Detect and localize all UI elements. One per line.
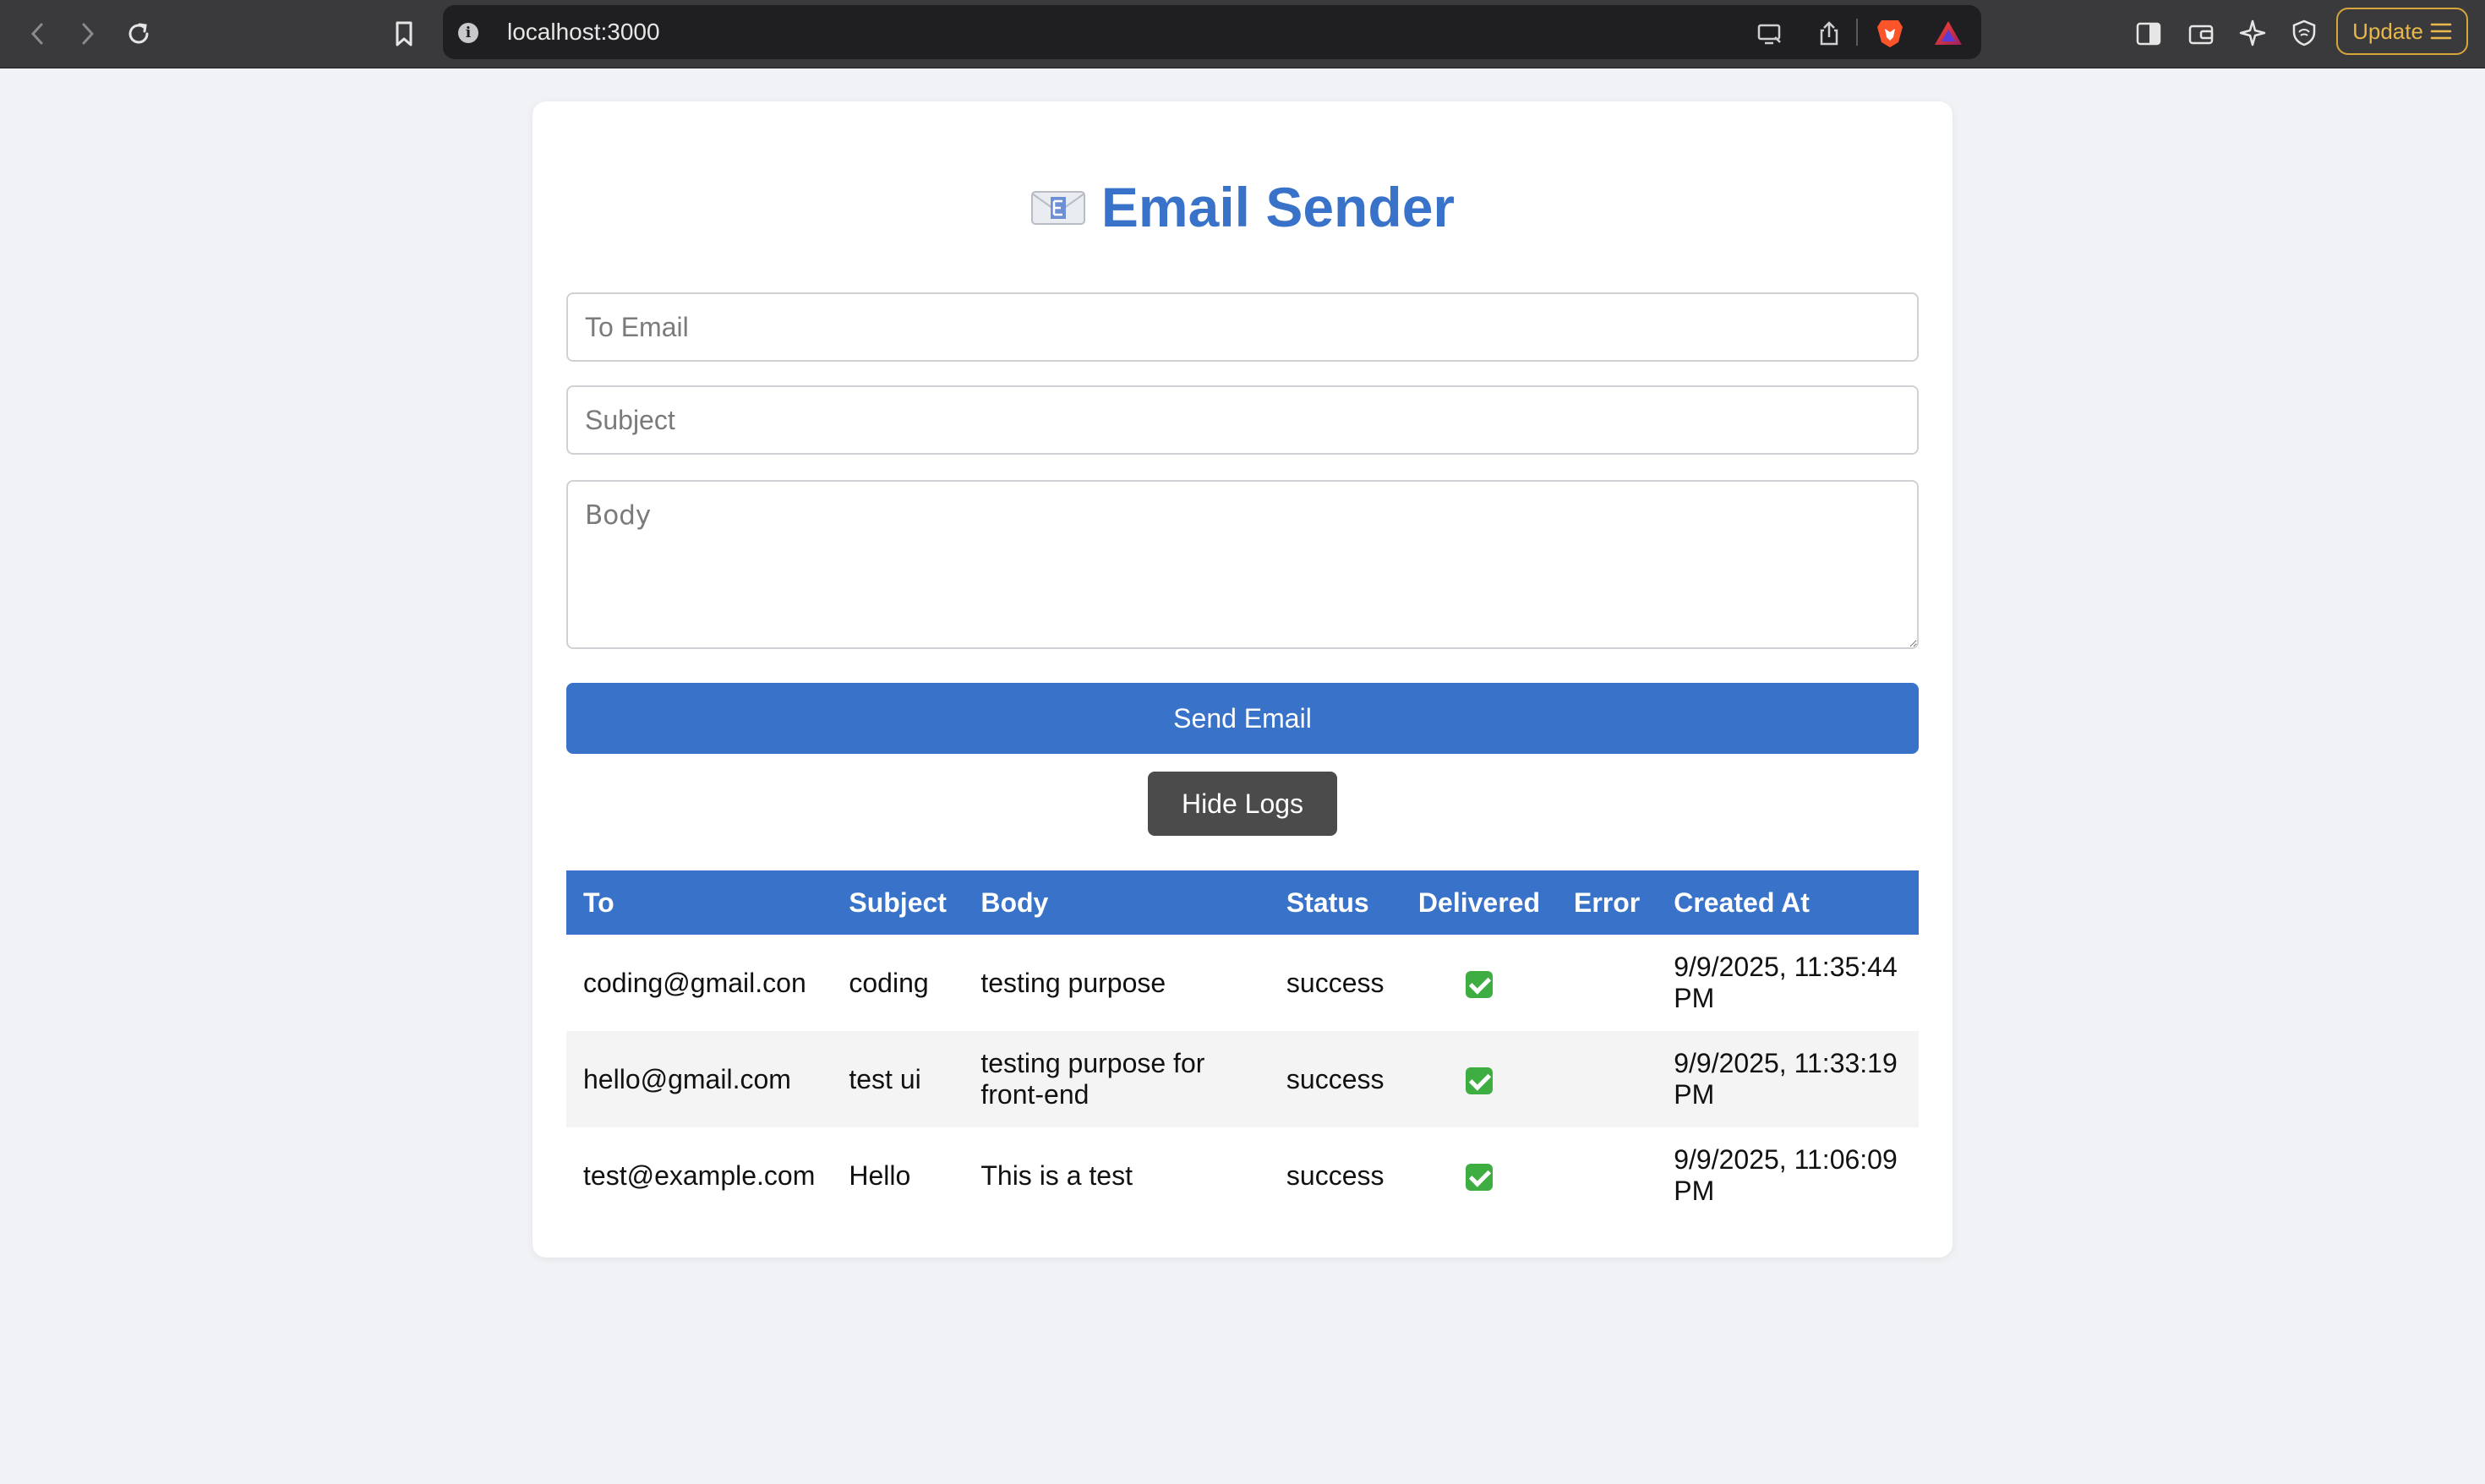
cell-created-at: 9/9/2025, 11:06:09 PM	[1674, 1144, 1898, 1206]
reload-icon	[128, 23, 149, 44]
chevron-left-icon	[30, 23, 43, 45]
cell-status: success	[1286, 967, 1384, 998]
send-email-button[interactable]: Send Email	[566, 683, 1919, 754]
column-header-status: Status	[1286, 887, 1369, 918]
hide-logs-button[interactable]: Hide Logs	[1148, 772, 1337, 836]
cell-delivered	[1401, 1127, 1557, 1224]
menu-icon	[2430, 23, 2452, 40]
cell-to: hello@gmail.com	[583, 1063, 791, 1094]
share-icon[interactable]	[1816, 20, 1843, 47]
chevron-right-icon	[82, 23, 95, 45]
cell-to: test@example.com	[583, 1159, 816, 1191]
page-title: Email Sender	[532, 169, 1952, 245]
cell-body: This is a test	[980, 1159, 1133, 1191]
cell-subject: Hello	[849, 1159, 911, 1191]
column-header-created-at: Created At	[1674, 887, 1810, 918]
email-sender-card: Email Sender Send Email Hide Logs To Sub…	[532, 101, 1952, 1258]
column-header-error: Error	[1573, 887, 1641, 918]
cell-delivered	[1401, 935, 1557, 1031]
cell-to: coding@gmail.con	[583, 967, 806, 998]
email-logs-table: To Subject Body Status Delivered Error C…	[566, 870, 1919, 1224]
leo-ai-icon[interactable]	[2238, 19, 2267, 47]
column-header-to: To	[583, 887, 614, 918]
cell-subject: coding	[849, 967, 929, 998]
cell-error	[1557, 1031, 1657, 1127]
column-header-subject: Subject	[849, 887, 947, 918]
table-header-row: To Subject Body Status Delivered Error C…	[566, 870, 1919, 935]
cell-subject: test ui	[849, 1063, 921, 1094]
forward-button[interactable]	[69, 15, 106, 52]
brave-shields-icon[interactable]	[1875, 17, 1905, 49]
column-header-delivered: Delivered	[1417, 887, 1540, 918]
cell-status: success	[1286, 1063, 1384, 1094]
cell-delivered	[1401, 1031, 1557, 1127]
to-email-input[interactable]	[566, 292, 1919, 362]
table-row: test@example.com Hello This is a test su…	[566, 1127, 1919, 1224]
site-info-icon[interactable]: i	[458, 23, 478, 43]
wallet-icon[interactable]	[2187, 20, 2215, 47]
cell-status: success	[1286, 1159, 1384, 1191]
bookmark-icon	[396, 21, 412, 46]
vpn-shield-icon[interactable]	[2291, 19, 2318, 47]
address-bar[interactable]: i localhost:3000	[443, 5, 1981, 59]
update-label: Update	[2352, 18, 2423, 44]
cell-error	[1557, 935, 1657, 1031]
cell-error	[1557, 1127, 1657, 1224]
back-button[interactable]	[19, 15, 56, 52]
cast-icon[interactable]	[1756, 20, 1783, 47]
envelope-icon	[1030, 191, 1085, 225]
bookmark-button[interactable]	[385, 15, 423, 52]
check-icon	[1465, 1067, 1493, 1095]
cell-created-at: 9/9/2025, 11:33:19 PM	[1674, 1048, 1898, 1110]
toolbar-divider	[1856, 19, 1858, 46]
sidebar-toggle-icon[interactable]	[2135, 20, 2162, 47]
url-text[interactable]: localhost:3000	[507, 19, 660, 46]
table-row: coding@gmail.con coding testing purpose …	[566, 935, 1919, 1031]
title-text: Email Sender	[1100, 176, 1456, 238]
brave-rewards-icon[interactable]	[1932, 19, 1964, 47]
subject-input[interactable]	[566, 385, 1919, 455]
table-row: hello@gmail.com test ui testing purpose …	[566, 1031, 1919, 1127]
update-button[interactable]: Update	[2336, 8, 2468, 55]
check-icon	[1465, 971, 1493, 999]
reload-button[interactable]	[120, 15, 157, 52]
check-icon	[1465, 1164, 1493, 1192]
cell-created-at: 9/9/2025, 11:35:44 PM	[1674, 952, 1898, 1013]
body-textarea[interactable]	[566, 480, 1919, 649]
column-header-body: Body	[980, 887, 1049, 918]
browser-toolbar: i localhost:3000 Update	[0, 0, 2485, 68]
cell-body: testing purpose	[980, 967, 1166, 998]
cell-body: testing purpose for front-end	[980, 1048, 1205, 1110]
